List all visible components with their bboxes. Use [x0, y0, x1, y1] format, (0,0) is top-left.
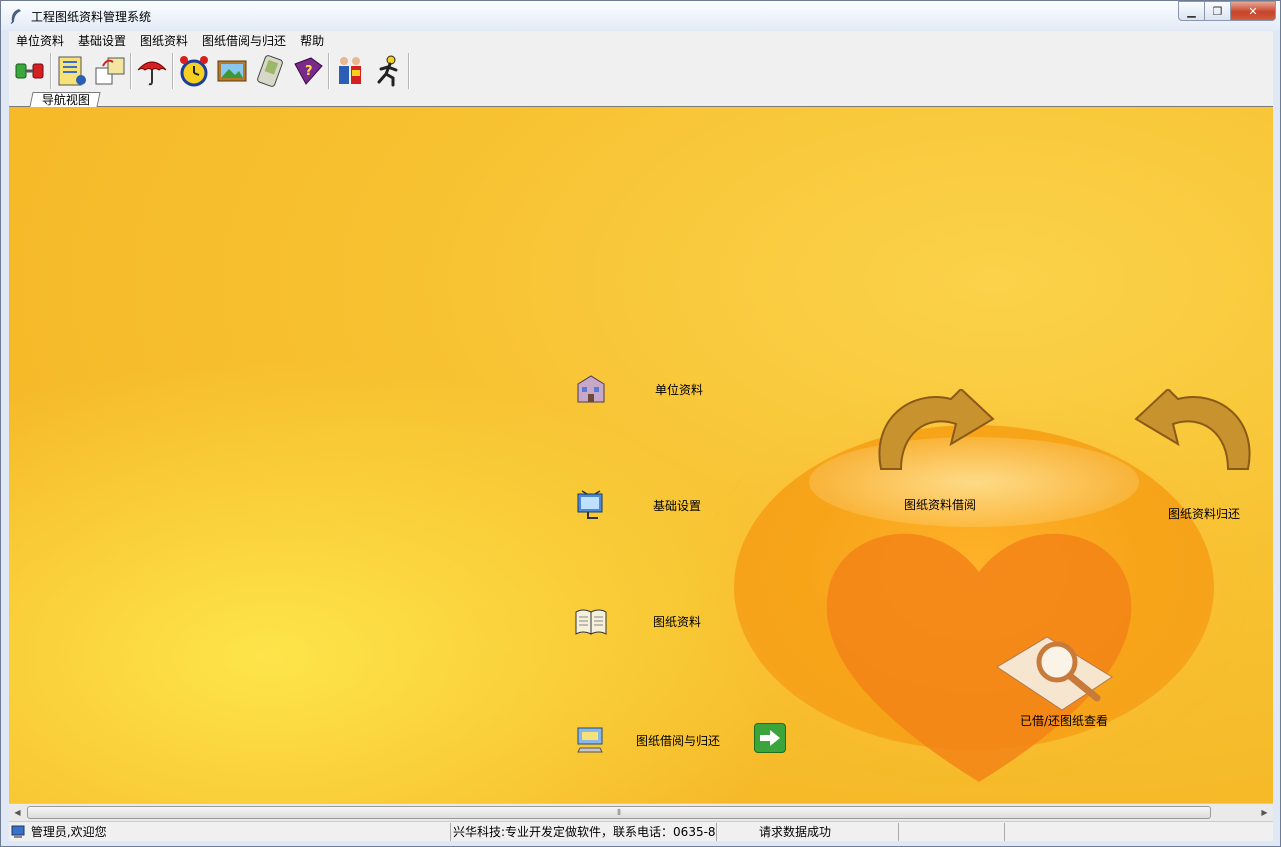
- navigation-panel: 单位资料 基础设置 图纸资料 图纸借阅与归还 图纸资料借阅 图纸资料归还 已借/…: [9, 107, 1273, 803]
- return-curved-arrow-icon[interactable]: [1134, 389, 1258, 489]
- documents-icon: [58, 56, 86, 86]
- minimize-icon: ▁: [1187, 4, 1196, 18]
- open-book-icon[interactable]: [574, 604, 608, 638]
- app-window: 工程图纸资料管理系统 ▁ ❐ ✕ 单位资料 基础设置 图纸资料 图纸借阅与归还 …: [0, 0, 1281, 847]
- nav-borrow-drawings[interactable]: 图纸资料借阅: [904, 496, 976, 513]
- scrollbar-thumb[interactable]: ⦀: [27, 806, 1211, 819]
- maximize-button[interactable]: ❐: [1204, 1, 1230, 21]
- toolbar-transfer-button[interactable]: [91, 52, 129, 90]
- toolbar-alarm-clock-button[interactable]: [175, 52, 213, 90]
- toolbar-help-book-button[interactable]: ?: [289, 52, 327, 90]
- horizontal-scrollbar[interactable]: ◀ ⦀ ▶: [9, 803, 1273, 821]
- connect-icon: [15, 63, 44, 79]
- menu-borrow-return[interactable]: 图纸借阅与归还: [195, 31, 293, 51]
- window-title: 工程图纸资料管理系统: [31, 10, 152, 24]
- status-message: 请求数据成功: [759, 825, 832, 839]
- scroll-left-arrow-icon[interactable]: ◀: [9, 804, 26, 821]
- help-book-icon: ?: [294, 57, 323, 85]
- status-company: 兴华科技:专业开发定做软件，联系电话：0635-83: [453, 825, 717, 839]
- toolbar-exit-button[interactable]: [369, 52, 407, 90]
- toolbar-umbrella-button[interactable]: [133, 52, 171, 90]
- toolbar-handheld-button[interactable]: [251, 52, 289, 90]
- running-man-exit-icon: [377, 55, 398, 87]
- toolbar-users-button[interactable]: [331, 52, 369, 90]
- toolbar-documents-button[interactable]: [53, 52, 91, 90]
- minimize-button[interactable]: ▁: [1178, 1, 1204, 21]
- nav-borrow-return[interactable]: 图纸借阅与归还: [636, 732, 720, 749]
- borrow-curved-arrow-icon[interactable]: [871, 389, 995, 489]
- building-icon[interactable]: [574, 372, 608, 406]
- tab-strip: 导航视图: [9, 91, 1273, 107]
- picture-frame-icon: [217, 60, 247, 82]
- status-user: 管理员,欢迎您: [30, 825, 107, 839]
- close-button[interactable]: ✕: [1230, 1, 1276, 21]
- nav-basic-settings[interactable]: 基础设置: [653, 497, 701, 514]
- toolbar-connect-button[interactable]: [11, 52, 49, 90]
- go-arrow-button[interactable]: [754, 723, 786, 753]
- svg-text:?: ?: [305, 64, 313, 79]
- users-icon: [339, 57, 361, 84]
- menu-help[interactable]: 帮助: [293, 31, 331, 51]
- toolbar: ?: [9, 51, 1273, 91]
- nav-return-drawings[interactable]: 图纸资料归还: [1168, 505, 1240, 522]
- arrow-right-icon: [760, 730, 780, 746]
- close-icon: ✕: [1248, 4, 1258, 18]
- alarm-clock-icon: [180, 56, 208, 87]
- borrow-return-icon[interactable]: [574, 722, 608, 756]
- status-bar: 管理员,欢迎您 兴华科技:专业开发定做软件，联系电话：0635-83 请求数据成…: [9, 821, 1273, 841]
- nav-view-records[interactable]: 已借/还图纸查看: [1020, 712, 1108, 729]
- toolbar-picture-button[interactable]: [213, 52, 251, 90]
- umbrella-icon: [137, 61, 167, 86]
- tab-navigation-view[interactable]: 导航视图: [29, 92, 101, 107]
- scroll-right-arrow-icon[interactable]: ▶: [1256, 804, 1273, 821]
- magnifier-papers-icon[interactable]: [987, 632, 1117, 712]
- title-bar: 工程图纸资料管理系统 ▁ ❐ ✕: [1, 1, 1280, 30]
- handheld-device-icon: [257, 55, 283, 87]
- file-transfer-icon: [95, 57, 125, 85]
- menu-unit-info[interactable]: 单位资料: [9, 31, 71, 51]
- menu-drawings[interactable]: 图纸资料: [133, 31, 195, 51]
- nav-unit-info[interactable]: 单位资料: [655, 381, 703, 398]
- menu-basic-settings[interactable]: 基础设置: [71, 31, 133, 51]
- app-feather-icon: [10, 9, 21, 24]
- restore-icon: ❐: [1212, 4, 1223, 18]
- settings-computer-icon[interactable]: [574, 488, 608, 522]
- nav-drawings[interactable]: 图纸资料: [653, 613, 701, 630]
- user-status-icon: [11, 825, 25, 838]
- menu-bar: 单位资料 基础设置 图纸资料 图纸借阅与归还 帮助: [9, 31, 1273, 51]
